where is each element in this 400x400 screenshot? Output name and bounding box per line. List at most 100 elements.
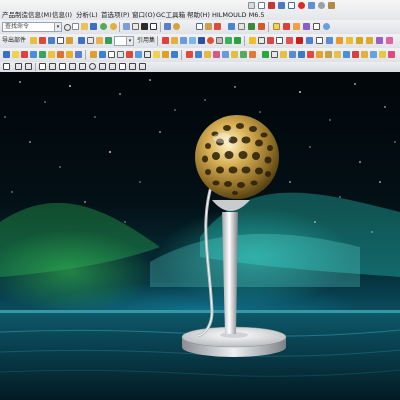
- curve-icon[interactable]: [30, 51, 37, 58]
- layer-icon[interactable]: [141, 23, 148, 30]
- measure-icon[interactable]: [303, 23, 310, 30]
- unite-icon[interactable]: [153, 51, 160, 58]
- checkbox-icon[interactable]: [313, 23, 320, 30]
- layout-icon[interactable]: [258, 2, 265, 9]
- orange-cube-icon[interactable]: [336, 37, 343, 44]
- cube-icon[interactable]: [78, 37, 85, 44]
- snap-on-face-icon[interactable]: [99, 63, 106, 70]
- draft-analysis-icon[interactable]: [361, 51, 368, 58]
- feature-icon[interactable]: [248, 23, 255, 30]
- edit-feature-icon[interactable]: [271, 51, 278, 58]
- window-icon[interactable]: [308, 2, 315, 9]
- red-ball-icon[interactable]: [298, 2, 305, 9]
- section-icon[interactable]: [225, 37, 232, 44]
- check-icon[interactable]: [234, 37, 241, 44]
- move-icon[interactable]: [162, 37, 169, 44]
- menu-preferences[interactable]: 首选项(P): [101, 11, 130, 19]
- mesh-icon[interactable]: [325, 51, 332, 58]
- render-icon[interactable]: [100, 23, 107, 30]
- thicken-icon[interactable]: [249, 51, 256, 58]
- filter-icon[interactable]: [316, 37, 323, 44]
- move-face-icon[interactable]: [298, 51, 305, 58]
- snap-control-icon[interactable]: [39, 63, 46, 70]
- boss-icon[interactable]: [117, 51, 124, 58]
- shading-icon[interactable]: [87, 37, 94, 44]
- toggle-icon[interactable]: [248, 2, 255, 9]
- select-icon[interactable]: [57, 37, 64, 44]
- open-icon[interactable]: [81, 23, 88, 30]
- line-icon[interactable]: [39, 51, 46, 58]
- block-icon[interactable]: [57, 51, 64, 58]
- gear-icon[interactable]: [318, 2, 325, 9]
- hole-icon[interactable]: [108, 51, 115, 58]
- arrow-icon[interactable]: [66, 37, 73, 44]
- zoom-icon[interactable]: [132, 23, 139, 30]
- snap-midpoint-icon[interactable]: [25, 63, 32, 70]
- reference-set-select[interactable]: ▾: [114, 36, 134, 46]
- wireframe-icon[interactable]: [96, 37, 103, 44]
- select-filter-icon[interactable]: [3, 63, 10, 70]
- analysis-icon[interactable]: [334, 51, 341, 58]
- datum-icon[interactable]: [12, 51, 19, 58]
- rotate-icon[interactable]: [173, 23, 180, 30]
- parameter-icon[interactable]: [289, 51, 296, 58]
- chevron-down-icon[interactable]: ▾: [126, 37, 133, 45]
- snap-intersection-icon[interactable]: [49, 63, 56, 70]
- save-icon[interactable]: [90, 23, 97, 30]
- shell-icon[interactable]: [204, 51, 211, 58]
- new-icon[interactable]: [72, 23, 79, 30]
- snap-existing-icon[interactable]: [79, 63, 86, 70]
- assembly-icon[interactable]: [228, 23, 235, 30]
- menu-gc-toolbox[interactable]: GC工具箱: [156, 11, 185, 19]
- snap-center-icon[interactable]: [59, 63, 66, 70]
- thickness-icon[interactable]: [370, 51, 377, 58]
- pocket-icon[interactable]: [126, 51, 133, 58]
- sketch-icon[interactable]: [258, 23, 265, 30]
- clearance-icon[interactable]: [207, 37, 214, 44]
- snap-point-icon[interactable]: [119, 63, 126, 70]
- layer-settings-icon[interactable]: [249, 37, 256, 44]
- distance-icon[interactable]: [379, 51, 386, 58]
- pink-cube-icon[interactable]: [386, 37, 393, 44]
- cone-icon[interactable]: [75, 51, 82, 58]
- replace-face-icon[interactable]: [307, 51, 314, 58]
- extrude-feature-icon[interactable]: [90, 51, 97, 58]
- surface-icon[interactable]: [316, 51, 323, 58]
- info-icon[interactable]: [326, 37, 333, 44]
- display-icon[interactable]: [267, 37, 274, 44]
- curvature-icon[interactable]: [343, 51, 350, 58]
- trim-icon[interactable]: [231, 51, 238, 58]
- menu-pmi[interactable]: 产品制造信息(M): [2, 11, 52, 19]
- amber-cube-icon[interactable]: [366, 37, 373, 44]
- wave-link-icon[interactable]: [189, 37, 196, 44]
- delete-icon[interactable]: [214, 23, 221, 30]
- pencil-icon[interactable]: [293, 23, 300, 30]
- arc-icon[interactable]: [48, 51, 55, 58]
- mold-icon[interactable]: [273, 23, 280, 30]
- snap-grid-icon[interactable]: [139, 63, 146, 70]
- reference-set-label[interactable]: 引用集: [137, 37, 155, 45]
- chevron-down-icon[interactable]: ▾: [54, 23, 61, 31]
- import-icon[interactable]: [39, 37, 46, 44]
- tool-icon[interactable]: [328, 2, 335, 9]
- snap-tangent-icon[interactable]: [129, 63, 136, 70]
- show-icon[interactable]: [286, 37, 293, 44]
- blend-icon[interactable]: [186, 51, 193, 58]
- offset-icon[interactable]: [222, 51, 229, 58]
- revolve-icon[interactable]: [99, 51, 106, 58]
- sew-icon[interactable]: [240, 51, 247, 58]
- deviation-icon[interactable]: [352, 51, 359, 58]
- component-icon[interactable]: [48, 37, 55, 44]
- part-icon[interactable]: [238, 23, 245, 30]
- point-icon[interactable]: [21, 51, 28, 58]
- red-square-icon[interactable]: [296, 37, 303, 44]
- subtract-icon[interactable]: [162, 51, 169, 58]
- delete-feature-icon[interactable]: [280, 51, 287, 58]
- snap-endpoint-icon[interactable]: [15, 63, 22, 70]
- menu-analysis[interactable]: 分析(L): [76, 11, 98, 19]
- mirror-icon[interactable]: [171, 37, 178, 44]
- hide-icon[interactable]: [276, 37, 283, 44]
- replace-icon[interactable]: [198, 37, 205, 44]
- extrude-icon[interactable]: [283, 23, 290, 30]
- yellow-cube-icon[interactable]: [346, 37, 353, 44]
